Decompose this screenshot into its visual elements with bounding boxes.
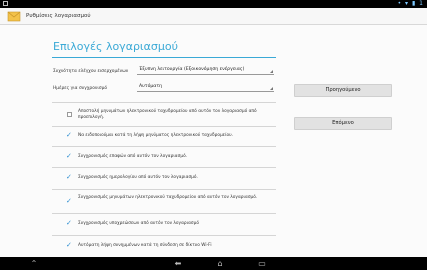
option-label: Συγχρονισμός υποχρεώσεων από αυτόν τον λ… [78,221,199,226]
checkbox[interactable] [66,152,72,160]
account-options-panel: Επιλογές λογαριασμού Συχνότητα ελέγχου ε… [0,25,427,257]
sync-frequency-label: Συχνότητα ελέγχου εισερχομένων [53,69,129,74]
option-default-account[interactable]: Αποστολή μηνυμάτων ηλεκτρονικού ταχυδρομ… [60,109,276,123]
notification-icon [3,1,8,6]
sync-frequency-dropdown[interactable]: Έξυπνη λειτουργία (Εξοικονόμηση ενέργεια… [137,66,274,75]
divider [52,167,276,168]
chevron-up-icon[interactable]: ⌃ [28,259,40,268]
checkbox[interactable] [66,131,72,139]
divider [52,235,276,236]
divider [52,213,276,214]
checkbox[interactable] [66,219,72,227]
option-label: Αυτόματη λήψη συνημμένων κατά τη σύνδεση… [78,243,212,248]
page-title: Επιλογές λογαριασμού [53,40,178,53]
navigation-bar: ⌃ ⬅ ⌂ ▭ [0,257,427,270]
action-bar-title: Ρυθμίσεις λογαριασμού [26,13,91,19]
option-label: Να ειδοποιούμαι κατά τη λήψη μηνύματος η… [78,133,233,138]
sync-days-dropdown[interactable]: Αυτόματη [137,83,274,92]
divider [52,102,276,103]
sync-days-value: Αυτόματη [139,84,163,89]
checkbox[interactable] [66,197,72,205]
option-label: Συγχρονισμός επαφών από αυτόν τον λογαρι… [78,154,188,159]
option-sync-tasks[interactable]: Συγχρονισμός υποχρεώσεων από αυτόν τον λ… [60,219,276,233]
sync-frequency-value: Έξυπνη λειτουργία (Εξοικονόμηση ενέργεια… [139,67,245,72]
checkbox[interactable] [66,173,72,181]
dropdown-arrow-icon [270,70,273,73]
checkbox[interactable] [67,112,72,117]
option-sync-email[interactable]: Συγχρονισμός μηνυμάτων ηλεκτρονικού ταχυ… [60,195,276,209]
option-wifi-attachments[interactable]: Αυτόματη λήψη συνημμένων κατά τη σύνδεση… [60,241,276,255]
option-label: Αποστολή μηνυμάτων ηλεκτρονικού ταχυδρομ… [78,109,257,120]
dropdown-arrow-icon [270,87,273,90]
option-notify-email[interactable]: Να ειδοποιούμαι κατά τη λήψη μηνύματος η… [60,131,276,145]
recents-icon[interactable]: ▭ [256,259,268,268]
back-icon[interactable]: ⬅ [172,259,184,268]
action-bar: Ρυθμίσεις λογαριασμού [0,8,427,25]
option-label: Συγχρονισμός μηνυμάτων ηλεκτρονικού ταχυ… [78,195,258,200]
option-sync-contacts[interactable]: Συγχρονισμός επαφών από αυτόν τον λογαρι… [60,152,276,166]
sync-days-label: Ημέρες για συγχρονισμό [53,86,108,91]
status-icons: • ▾ ▮ 1 [397,0,424,7]
status-bar: • ▾ ▮ 1 [0,0,427,8]
home-icon[interactable]: ⌂ [214,259,226,268]
divider [52,146,276,147]
option-sync-calendar[interactable]: Συγχρονισμός ημερολογίου από αυτόν τον λ… [60,173,276,187]
checkbox[interactable] [66,241,72,249]
divider [52,126,276,127]
title-divider [52,57,276,58]
envelope-icon[interactable] [7,10,21,22]
next-button[interactable]: Επόμενο [294,117,392,130]
option-label: Συγχρονισμός ημερολογίου από αυτόν τον λ… [78,175,198,180]
divider [52,189,276,190]
previous-button[interactable]: Προηγούμενο [294,84,392,97]
